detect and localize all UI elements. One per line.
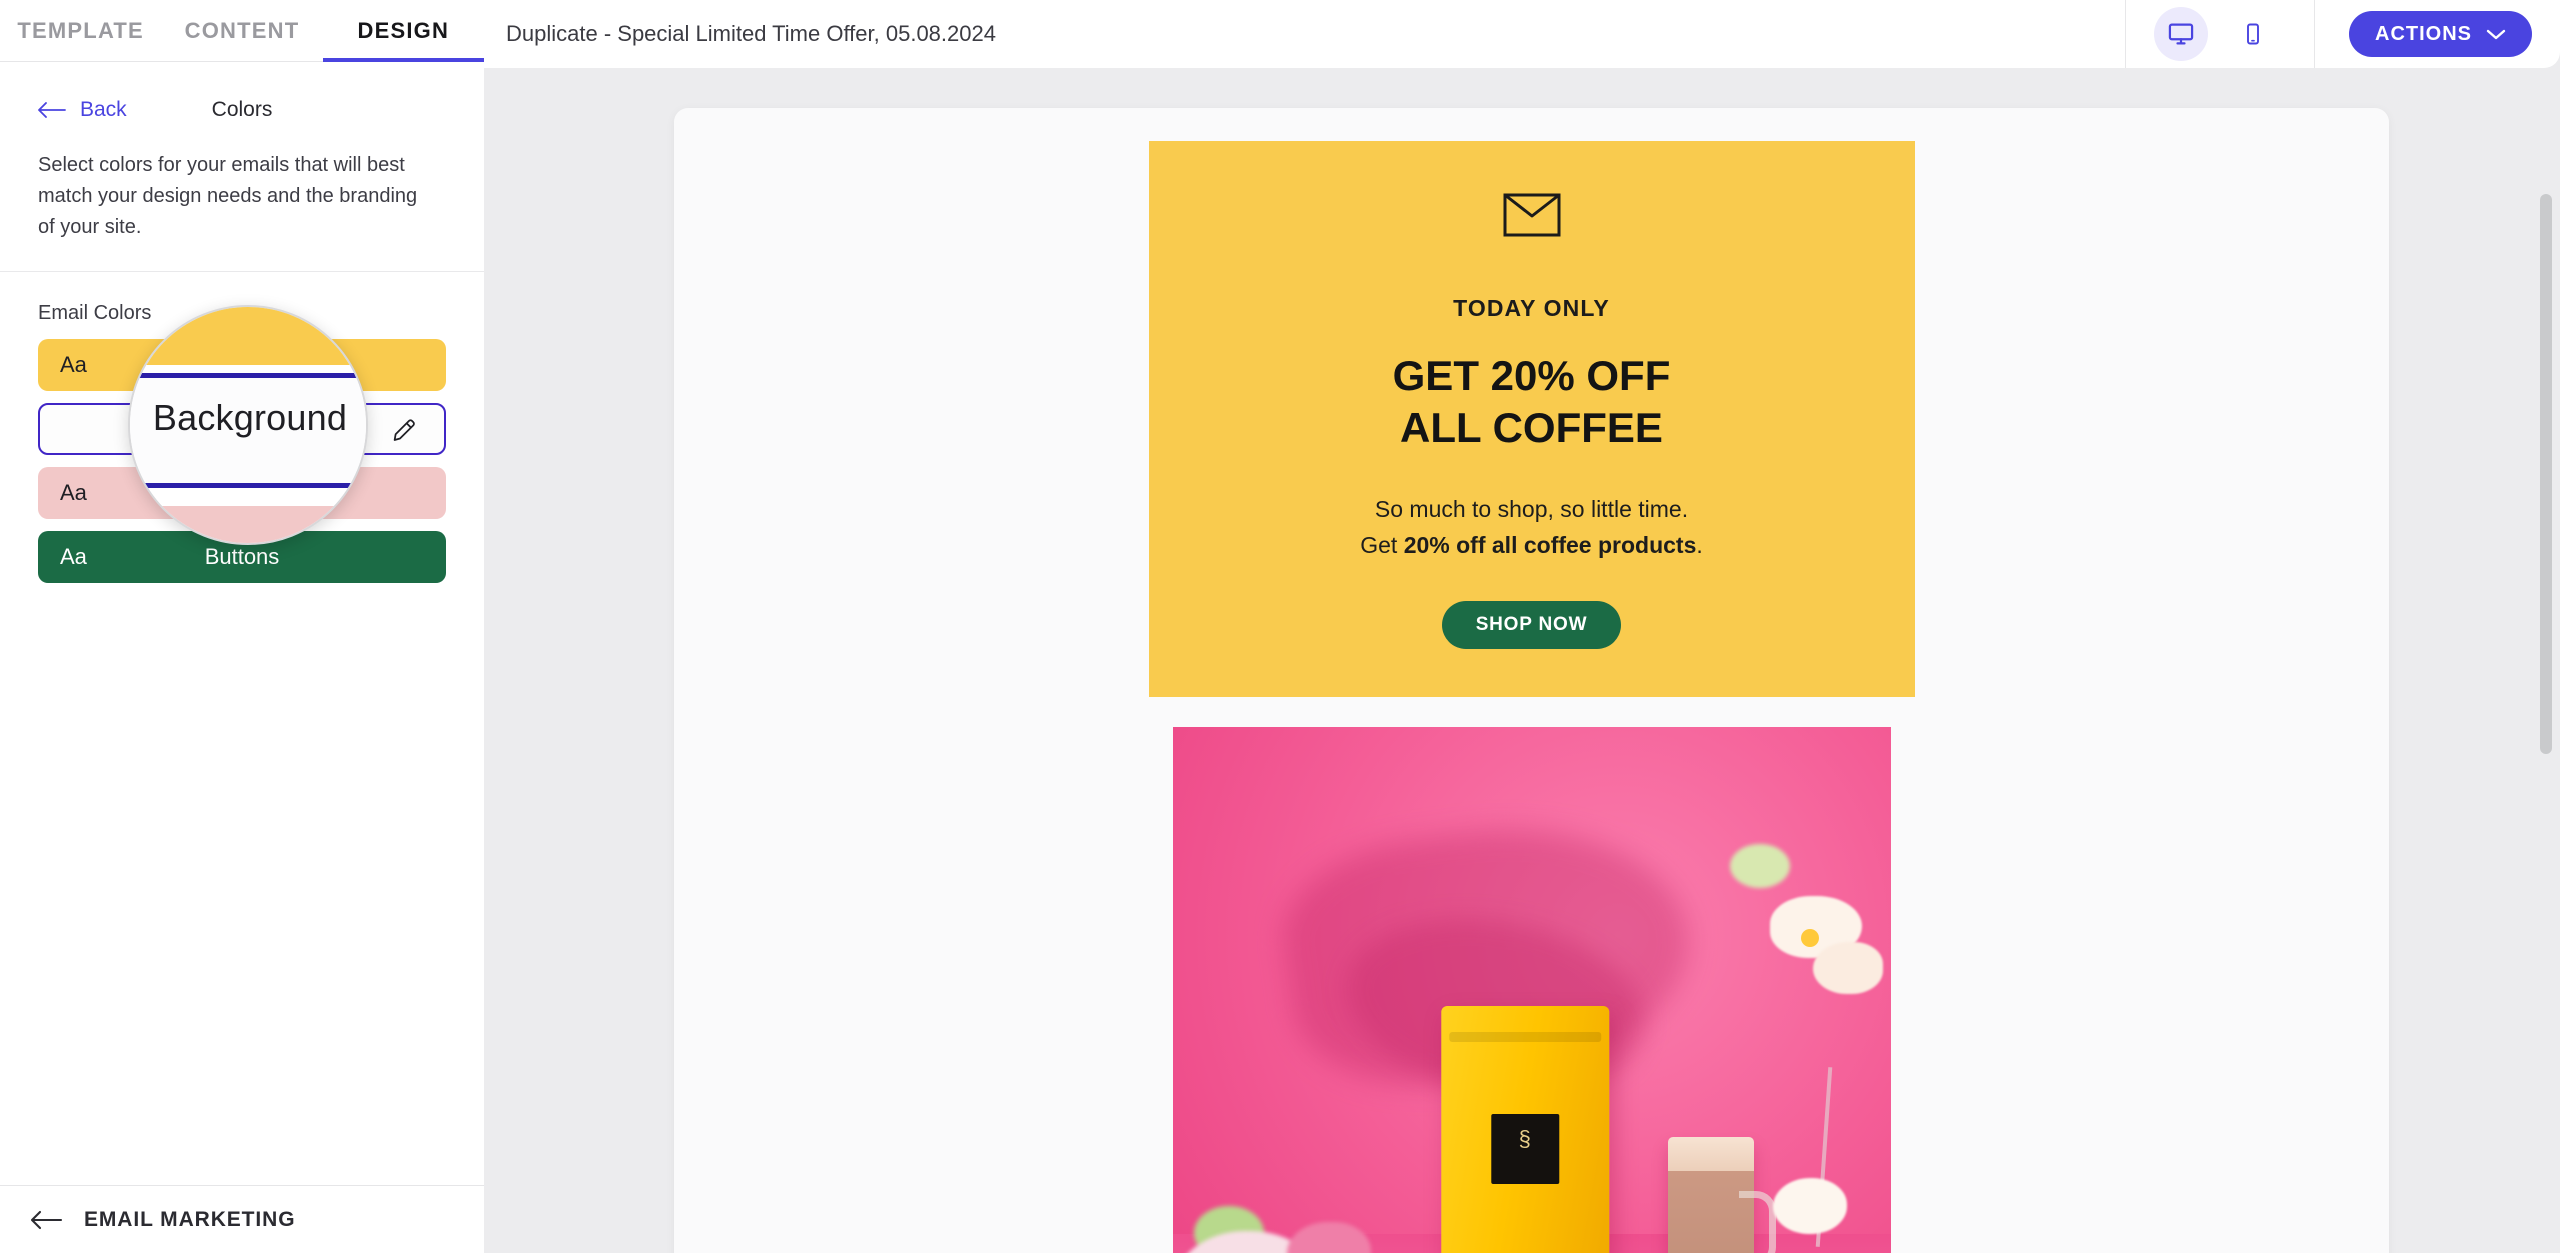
arrow-left-icon: [38, 102, 66, 118]
shop-now-label: SHOP NOW: [1475, 614, 1588, 636]
edit-color-button[interactable]: [388, 412, 422, 446]
tab-template-label: TEMPLATE: [17, 17, 144, 43]
color-swatch-row-background[interactable]: Background: [38, 403, 446, 455]
email-hero-block[interactable]: TODAY ONLY GET 20% OFF ALL COFFEE So muc…: [1148, 141, 1915, 698]
photo-pouch-label: [1490, 1113, 1559, 1184]
photo-flower-center: [1800, 928, 1819, 947]
swatch-sample-text: Aa: [60, 480, 87, 505]
back-label: Back: [80, 98, 127, 121]
email-body: TODAY ONLY GET 20% OFF ALL COFFEE So muc…: [1148, 141, 1915, 1253]
subcopy-suffix: .: [1696, 531, 1703, 558]
design-sidebar: TEMPLATE CONTENT DESIGN Back Colors Sele…: [0, 0, 485, 1253]
email-subcopy-line1: So much to shop, so little time.: [1374, 496, 1689, 523]
color-swatch-row[interactable]: Aa: [38, 467, 446, 519]
color-swatch-row[interactable]: Aa: [38, 339, 446, 391]
sidebar-tabs: TEMPLATE CONTENT DESIGN: [0, 0, 485, 62]
photo-latte-glass: [1668, 1137, 1777, 1253]
email-marketing-back-bar[interactable]: EMAIL MARKETING: [0, 1185, 484, 1253]
preview-scrollbar-thumb[interactable]: [2540, 194, 2552, 754]
envelope-icon: [1503, 193, 1560, 237]
preview-area: Duplicate - Special Limited Time Offer, …: [484, 0, 2560, 1253]
tab-design[interactable]: DESIGN: [322, 0, 485, 62]
photo-coffee-pouch: [1440, 1005, 1609, 1253]
arrow-left-icon: [30, 1210, 63, 1229]
mobile-preview-button[interactable]: [2226, 7, 2280, 61]
shop-now-button[interactable]: SHOP NOW: [1441, 601, 1622, 650]
color-swatch-list: Aa Background Aa Aa Buttons: [38, 339, 446, 583]
desktop-icon: [2168, 23, 2194, 45]
color-swatch-row-buttons[interactable]: Aa Buttons: [38, 531, 446, 583]
subcopy-prefix: Get: [1360, 531, 1404, 558]
desktop-preview-button[interactable]: [2154, 7, 2208, 61]
email-marketing-label: EMAIL MARKETING: [84, 1207, 296, 1231]
panel-header: Back Colors: [0, 62, 484, 128]
tab-design-label: DESIGN: [357, 17, 450, 43]
email-headline: GET 20% OFF ALL COFFEE: [1149, 350, 1915, 454]
mobile-icon: [2247, 23, 2259, 45]
panel-description: Select colors for your emails that will …: [38, 154, 418, 238]
campaign-title-wrap: Duplicate - Special Limited Time Offer, …: [484, 0, 2125, 68]
email-subcopy: So much to shop, so little time. Get 20%…: [1149, 492, 1915, 563]
topbar-controls: ACTIONS: [2125, 0, 2560, 68]
editor-topbar: Duplicate - Special Limited Time Offer, …: [484, 0, 2560, 68]
campaign-title: Duplicate - Special Limited Time Offer, …: [506, 21, 996, 46]
email-headline-line2: ALL COFFEE: [1400, 404, 1663, 452]
tab-template[interactable]: TEMPLATE: [0, 0, 161, 61]
actions-label: ACTIONS: [2375, 22, 2472, 45]
preview-scrollbar[interactable]: [2540, 136, 2552, 1253]
email-subcopy-line2: Get 20% off all coffee products.: [1149, 528, 1915, 564]
subcopy-bold: 20% off all coffee products: [1403, 531, 1697, 558]
section-divider: [0, 271, 484, 272]
email-headline-line1: GET 20% OFF: [1392, 352, 1671, 399]
tab-content[interactable]: CONTENT: [161, 0, 322, 61]
email-canvas[interactable]: TODAY ONLY GET 20% OFF ALL COFFEE So muc…: [484, 68, 2560, 1253]
chevron-down-icon: [2486, 29, 2506, 39]
swatch-sample-text: Aa: [60, 352, 87, 377]
email-editor-app: TEMPLATE CONTENT DESIGN Back Colors Sele…: [0, 0, 2560, 1253]
actions-button[interactable]: ACTIONS: [2349, 11, 2532, 57]
tab-content-label: CONTENT: [184, 17, 300, 43]
swatch-role-label: Background: [183, 416, 301, 441]
swatch-sample-text: Aa: [60, 544, 87, 569]
photo-flower-white: [1813, 941, 1884, 994]
email-colors-label: Email Colors: [38, 302, 152, 324]
email-kicker: TODAY ONLY: [1453, 295, 1610, 321]
device-toggle-group: [2125, 0, 2315, 68]
back-button[interactable]: Back: [38, 98, 127, 122]
pencil-icon: [393, 419, 415, 441]
email-product-image[interactable]: [1172, 727, 1891, 1253]
email-preview-card[interactable]: TODAY ONLY GET 20% OFF ALL COFFEE So muc…: [674, 108, 2389, 1253]
